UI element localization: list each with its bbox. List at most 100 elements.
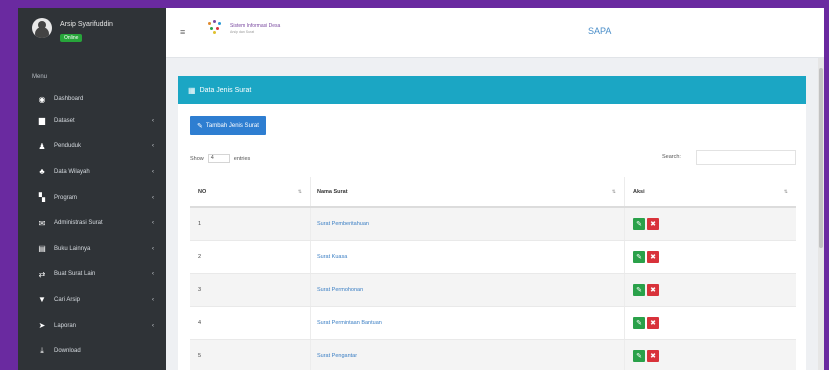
add-letter-type-button[interactable]: ✎ Tambah Jenis Surat — [190, 116, 266, 135]
mail-icon: ✉ — [38, 218, 46, 228]
logo-subtitle: Arsip dan Surat — [230, 29, 255, 34]
edit-button[interactable]: ✎ — [633, 251, 645, 263]
sidebar-item-label: Dataset — [54, 117, 75, 124]
sidebar-item[interactable]: ◉ Dashboard — [18, 90, 166, 108]
chevron-left-icon: ‹ — [152, 271, 154, 278]
filter-icon: ▼ — [38, 295, 46, 305]
topbar: ≡ Sistem Informasi Desa Arsip dan Surat … — [166, 8, 824, 58]
chevron-left-icon: ‹ — [152, 322, 154, 329]
cell-actions: ✎ ✖ — [624, 307, 796, 339]
sidebar-item[interactable]: ▚ Program ‹ — [18, 185, 166, 211]
edit-button[interactable]: ✎ — [633, 317, 645, 329]
sort-icon: ⇅ — [297, 188, 302, 195]
column-header-nama-surat[interactable]: Nama Surat ⇅ — [310, 177, 624, 206]
logo: Sistem Informasi Desa Arsip dan Surat — [206, 20, 280, 36]
book-icon: ▤ — [38, 244, 46, 254]
add-button-label: Tambah Jenis Surat — [205, 122, 259, 129]
sidebar-item[interactable]: ✉ Administrasi Surat ‹ — [18, 210, 166, 236]
search-input[interactable] — [696, 150, 796, 165]
app-title: SAPA — [588, 26, 612, 36]
cell-no: 2 — [198, 254, 202, 260]
edit-button[interactable]: ✎ — [633, 350, 645, 362]
search-label: Search: — [662, 154, 681, 160]
cell-no: 3 — [198, 287, 202, 293]
status-badge: Online — [60, 34, 83, 42]
sidebar-item-label: Penduduk — [54, 143, 82, 150]
cell-no: 1 — [198, 221, 202, 227]
sidebar-item-label: Buku Lainnya — [54, 245, 91, 252]
edit-button[interactable]: ✎ — [633, 284, 645, 296]
card-header: ▦ Data Jenis Surat — [178, 76, 806, 104]
data-table: NO ⇅ Nama Surat ⇅ Aksi ⇅ 1 Surat Pemberit… — [190, 177, 796, 370]
app-frame: Arsip Syarifuddin Online Menu ◉ Dashboard… — [18, 8, 824, 370]
delete-button[interactable]: ✖ — [647, 350, 659, 362]
sidebar-item[interactable]: ▼ Cari Arsip ‹ — [18, 287, 166, 313]
delete-button[interactable]: ✖ — [647, 317, 659, 329]
sidebar-item[interactable]: ♣ Data Wilayah ‹ — [18, 159, 166, 185]
delete-button[interactable]: ✖ — [647, 284, 659, 296]
logo-icon — [206, 20, 224, 36]
logo-title: Sistem Informasi Desa — [230, 22, 281, 29]
edit-icon: ✎ — [197, 122, 203, 130]
user-panel: Arsip Syarifuddin Online — [18, 8, 166, 64]
cell-no: 4 — [198, 320, 202, 326]
scrollbar[interactable] — [818, 58, 824, 370]
sidebar-nav: ◉ Dashboard ▆ Dataset ‹ ♟ Penduduk ‹ ♣ Data Wilay… — [18, 90, 166, 364]
sidebar-item[interactable]: ▆ Dataset ‹ — [18, 108, 166, 134]
exchange-icon: ⇄ — [38, 269, 46, 279]
letter-name-link[interactable]: Surat Kuasa — [317, 254, 347, 260]
card-body: ✎ Tambah Jenis Surat Show 4 entries Sear… — [178, 104, 806, 370]
sidebar-item-label: Buat Surat Lain — [54, 271, 96, 278]
avatar — [32, 18, 52, 38]
user-name: Arsip Syarifuddin — [60, 21, 113, 28]
sidebar-item-label: Cari Arsip — [54, 296, 81, 303]
table-body: 1 Surat Pemberitahuan ✎ ✖ 2 Surat Kuasa ✎ ✖ 3 Sur… — [190, 208, 796, 370]
scroll-thumb[interactable] — [819, 68, 823, 248]
sidebar-item[interactable]: ▤ Buku Lainnya ‹ — [18, 236, 166, 262]
sidebar-item-label: Data Wilayah — [54, 168, 90, 175]
cell-actions: ✎ ✖ — [624, 241, 796, 273]
report-icon: ➤ — [38, 321, 46, 331]
cell-actions: ✎ ✖ — [624, 208, 796, 240]
sidebar-item[interactable]: ➤ Laporan ‹ — [18, 313, 166, 339]
sidebar-item[interactable]: ⇄ Buat Surat Lain ‹ — [18, 262, 166, 288]
program-icon: ▚ — [38, 193, 46, 203]
chevron-left-icon: ‹ — [152, 117, 154, 124]
letter-name-link[interactable]: Surat Pengantar — [317, 353, 357, 359]
chevron-left-icon: ‹ — [152, 296, 154, 303]
sidebar-item[interactable]: ⤓ Download — [18, 338, 166, 364]
download-icon: ⤓ — [40, 346, 44, 356]
edit-button[interactable]: ✎ — [633, 218, 645, 230]
card-title: Data Jenis Surat — [199, 86, 252, 94]
sidebar-item[interactable]: ♟ Penduduk ‹ — [18, 134, 166, 160]
column-header-no[interactable]: NO ⇅ — [190, 177, 310, 206]
chevron-left-icon: ‹ — [152, 245, 154, 252]
menu-header: Menu — [32, 74, 48, 80]
user-icon: ♟ — [38, 141, 46, 151]
sort-icon: ⇅ — [611, 188, 616, 195]
letter-name-link[interactable]: Surat Pemberitahuan — [317, 221, 369, 227]
sort-icon: ⇅ — [783, 188, 788, 195]
letter-name-link[interactable]: Surat Permintaan Bantuan — [317, 320, 382, 326]
sidebar-item-label: Download — [54, 348, 81, 355]
menu-toggle-icon[interactable]: ≡ — [180, 27, 185, 37]
cell-actions: ✎ ✖ — [624, 274, 796, 306]
chevron-left-icon: ‹ — [152, 143, 154, 150]
table-header: NO ⇅ Nama Surat ⇅ Aksi ⇅ — [190, 177, 796, 208]
delete-button[interactable]: ✖ — [647, 218, 659, 230]
dashboard-icon: ◉ — [38, 94, 46, 104]
show-entries: Show 4 entries — [190, 154, 250, 163]
chevron-left-icon: ‹ — [152, 168, 154, 175]
delete-button[interactable]: ✖ — [647, 251, 659, 263]
sidebar: Arsip Syarifuddin Online Menu ◉ Dashboard… — [18, 8, 166, 370]
table-row: 5 Surat Pengantar ✎ ✖ — [190, 340, 796, 370]
sidebar-item-label: Administrasi Surat — [54, 220, 103, 227]
show-label: Show — [190, 155, 204, 162]
entries-select[interactable]: 4 — [207, 154, 230, 163]
letter-name-link[interactable]: Surat Permohonan — [317, 287, 363, 293]
table-row: 3 Surat Permohonan ✎ ✖ — [190, 274, 796, 307]
table-row: 2 Surat Kuasa ✎ ✖ — [190, 241, 796, 274]
user-info: Arsip Syarifuddin Online — [60, 18, 113, 42]
column-header-aksi[interactable]: Aksi ⇅ — [624, 177, 796, 206]
main-content: ≡ Sistem Informasi Desa Arsip dan Surat … — [166, 8, 824, 370]
